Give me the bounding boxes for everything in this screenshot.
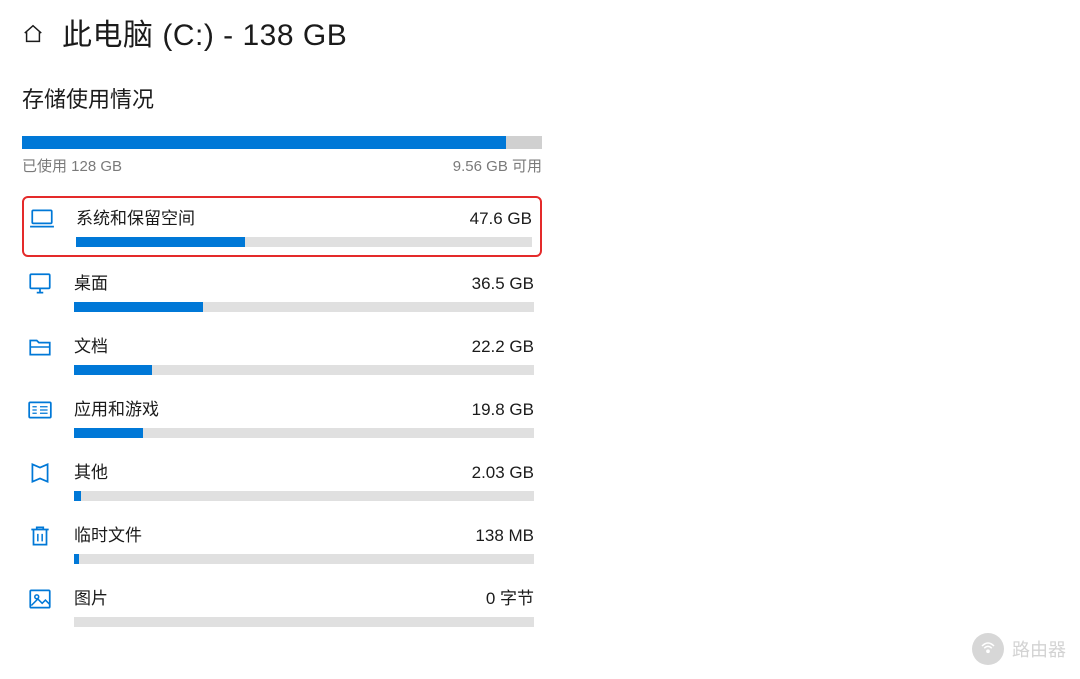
overall-usage-bar bbox=[22, 136, 542, 149]
category-bar-fill bbox=[74, 491, 81, 501]
storage-category-desktop[interactable]: 桌面 36.5 GB bbox=[22, 263, 542, 320]
storage-category-temp[interactable]: 临时文件 138 MB bbox=[22, 515, 542, 572]
page-title: 此电脑 (C:) - 138 GB bbox=[62, 10, 347, 54]
category-bar-fill bbox=[74, 365, 152, 375]
category-name: 桌面 bbox=[74, 269, 108, 294]
monitor-icon bbox=[26, 269, 54, 312]
category-bar-fill bbox=[76, 237, 245, 247]
laptop-icon bbox=[28, 204, 56, 247]
apps-icon bbox=[26, 395, 54, 438]
category-size: 138 MB bbox=[475, 526, 534, 546]
category-bar-fill bbox=[74, 554, 79, 564]
category-bar bbox=[76, 237, 532, 247]
category-name: 应用和游戏 bbox=[74, 395, 159, 420]
category-bar bbox=[74, 554, 534, 564]
category-name: 其他 bbox=[74, 458, 108, 483]
category-size: 0 字节 bbox=[486, 584, 534, 609]
picture-icon bbox=[26, 584, 54, 627]
category-size: 19.8 GB bbox=[472, 400, 534, 420]
home-icon[interactable] bbox=[22, 23, 44, 45]
overall-used-label: 已使用 128 GB bbox=[22, 155, 122, 176]
category-name: 临时文件 bbox=[74, 521, 142, 546]
category-bar bbox=[74, 617, 534, 627]
category-size: 2.03 GB bbox=[472, 463, 534, 483]
category-bar-fill bbox=[74, 302, 203, 312]
category-name: 图片 bbox=[74, 584, 108, 609]
trash-icon bbox=[26, 521, 54, 564]
category-bar bbox=[74, 428, 534, 438]
storage-category-documents[interactable]: 文档 22.2 GB bbox=[22, 326, 542, 383]
category-bar bbox=[74, 302, 534, 312]
storage-category-pictures[interactable]: 图片 0 字节 bbox=[22, 578, 542, 635]
category-size: 36.5 GB bbox=[472, 274, 534, 294]
storage-category-apps[interactable]: 应用和游戏 19.8 GB bbox=[22, 389, 542, 446]
overall-usage-fill bbox=[22, 136, 506, 149]
storage-category-system[interactable]: 系统和保留空间 47.6 GB bbox=[22, 196, 542, 257]
category-bar-fill bbox=[74, 428, 143, 438]
category-size: 47.6 GB bbox=[470, 209, 532, 229]
section-title: 存储使用情况 bbox=[22, 82, 1058, 114]
category-name: 系统和保留空间 bbox=[76, 204, 195, 229]
category-name: 文档 bbox=[74, 332, 108, 357]
category-size: 22.2 GB bbox=[472, 337, 534, 357]
storage-category-other[interactable]: 其他 2.03 GB bbox=[22, 452, 542, 509]
map-icon bbox=[26, 458, 54, 501]
category-bar bbox=[74, 365, 534, 375]
category-bar bbox=[74, 491, 534, 501]
folder-icon bbox=[26, 332, 54, 375]
overall-free-label: 9.56 GB 可用 bbox=[453, 155, 542, 176]
